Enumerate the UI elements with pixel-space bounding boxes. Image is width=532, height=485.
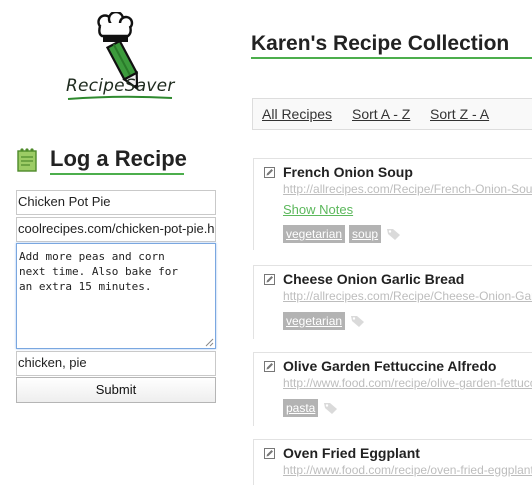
tag-icon[interactable]: [350, 314, 366, 328]
recipe-title[interactable]: Cheese Onion Garlic Bread: [283, 271, 464, 287]
recipe-name-input[interactable]: Chicken Pot Pie: [16, 190, 216, 215]
notepad-icon: [17, 148, 37, 172]
page-title: Karen's Recipe Collection: [251, 32, 510, 55]
edit-icon[interactable]: [264, 167, 275, 178]
tag-vegetarian[interactable]: vegetarian: [283, 225, 346, 243]
sort-a-z-link[interactable]: Sort A - Z: [352, 106, 410, 122]
recipe-title[interactable]: French Onion Soup: [283, 164, 413, 180]
recipe-url-input[interactable]: coolrecipes.com/chicken-pot-pie.h: [16, 217, 216, 242]
tag-soup[interactable]: soup: [349, 225, 382, 243]
show-notes-link[interactable]: Show Notes: [283, 202, 353, 217]
tag-icon[interactable]: [386, 227, 402, 241]
all-recipes-link[interactable]: All Recipes: [262, 106, 332, 122]
recipe-url-link[interactable]: http://allrecipes.com/Recipe/French-Onio…: [283, 182, 532, 196]
recipe-title[interactable]: Olive Garden Fettuccine Alfredo: [283, 358, 496, 374]
submit-button[interactable]: Submit: [16, 377, 216, 403]
tag-list: pasta: [283, 399, 339, 417]
log-title-underline: [50, 173, 184, 175]
title-underline: [251, 57, 532, 59]
log-recipe-title: Log a Recipe: [50, 146, 187, 171]
recipe-url-link[interactable]: http://www.food.com/recipe/oven-fried-eg…: [283, 463, 532, 477]
resize-grip-icon[interactable]: [205, 338, 214, 347]
tag-icon[interactable]: [323, 401, 339, 415]
tag-list: vegetarian soup: [283, 225, 402, 243]
recipe-card: Oven Fried Eggplant http://www.food.com/…: [253, 439, 532, 485]
tag-pasta[interactable]: pasta: [283, 399, 319, 417]
edit-icon[interactable]: [264, 274, 275, 285]
logo-swoosh: [67, 95, 173, 100]
edit-icon[interactable]: [264, 448, 275, 459]
recipe-url-link[interactable]: http://allrecipes.com/Recipe/Cheese-Onio…: [283, 289, 532, 303]
recipe-url-link[interactable]: http://www.food.com/recipe/olive-garden-…: [283, 376, 532, 390]
recipe-card: French Onion Soup http://allrecipes.com/…: [253, 158, 532, 250]
sort-bar: All Recipes Sort A - Z Sort Z - A: [252, 98, 532, 130]
recipe-card: Cheese Onion Garlic Bread http://allreci…: [253, 265, 532, 339]
recipe-notes-textarea[interactable]: [16, 243, 216, 349]
tag-list: vegetarian: [283, 312, 366, 330]
edit-icon[interactable]: [264, 361, 275, 372]
recipe-card: Olive Garden Fettuccine Alfredo http://w…: [253, 352, 532, 426]
recipe-title[interactable]: Oven Fried Eggplant: [283, 445, 420, 461]
tag-vegetarian[interactable]: vegetarian: [283, 312, 346, 330]
sort-z-a-link[interactable]: Sort Z - A: [430, 106, 489, 122]
recipe-tags-input[interactable]: chicken, pie: [16, 351, 216, 376]
logo-text: RecipeSaver: [66, 76, 175, 96]
